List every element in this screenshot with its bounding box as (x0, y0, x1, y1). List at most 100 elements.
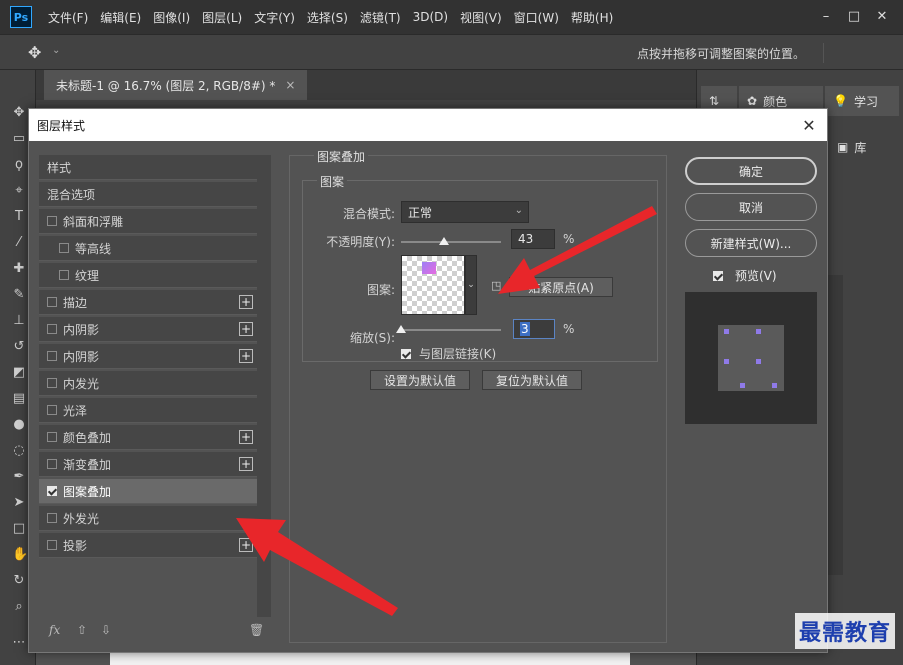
stamp-icon[interactable]: ⊥ (12, 314, 26, 328)
pen-icon[interactable]: ✒ (12, 470, 26, 484)
style-row-pattern-overlay[interactable]: 图案叠加 (39, 479, 257, 504)
pattern-swatch[interactable] (401, 255, 465, 315)
contour-checkbox[interactable] (59, 243, 69, 253)
zoom-icon[interactable]: ⌕ (12, 600, 26, 614)
eraser-icon[interactable]: ◩ (12, 366, 26, 380)
quick-select-icon[interactable]: ⌖ (12, 184, 26, 198)
style-row-inner-shadow-2[interactable]: 内阴影 + (39, 344, 257, 369)
style-row-blending-options[interactable]: 混合选项 (39, 182, 257, 207)
new-style-button[interactable]: 新建样式(W)... (685, 229, 817, 257)
marquee-icon[interactable]: ▭ (12, 132, 26, 146)
style-row-texture[interactable]: 纹理 (39, 263, 257, 288)
move-tool-icon[interactable]: ✥ (28, 43, 41, 62)
menu-select[interactable]: 选择(S) (307, 9, 348, 26)
menu-edit[interactable]: 编辑(E) (100, 9, 141, 26)
trash-icon[interactable]: 🗑 (249, 623, 264, 637)
add-drop-shadow-icon[interactable]: + (239, 538, 253, 552)
blur-icon[interactable]: ● (12, 418, 26, 432)
hand-icon[interactable]: ✋ (12, 548, 28, 562)
style-row-bevel-emboss[interactable]: 斜面和浮雕 (39, 209, 257, 234)
lasso-icon[interactable]: ϙ (12, 158, 26, 172)
inner-shadow-2-checkbox[interactable] (47, 351, 57, 361)
opacity-slider-thumb[interactable] (439, 237, 449, 245)
move-down-icon[interactable]: ⇩ (101, 623, 111, 637)
gradient-overlay-checkbox[interactable] (47, 459, 57, 469)
panel-scrollbar[interactable] (827, 275, 843, 575)
style-row-outer-glow[interactable]: 外发光 (39, 506, 257, 531)
menu-layer[interactable]: 图层(L) (202, 9, 242, 26)
chevron-down-icon[interactable]: ⌄ (52, 45, 60, 56)
pattern-picker-toggle[interactable]: ⌄ (465, 255, 477, 315)
scale-slider-track[interactable] (401, 329, 501, 331)
menu-type[interactable]: 文字(Y) (254, 9, 295, 26)
style-row-contour[interactable]: 等高线 (39, 236, 257, 261)
link-with-layer-checkbox[interactable] (401, 348, 411, 359)
cancel-button[interactable]: 取消 (685, 193, 817, 221)
inner-shadow-checkbox[interactable] (47, 324, 57, 334)
add-inner-shadow-2-icon[interactable]: + (239, 349, 253, 363)
healing-icon[interactable]: ✚ (12, 262, 26, 276)
snap-origin-button[interactable]: 贴紧原点(A) (509, 277, 613, 297)
satin-checkbox[interactable] (47, 405, 57, 415)
rotate-view-icon[interactable]: ↻ (12, 574, 26, 588)
brush-icon[interactable]: ✎ (12, 288, 26, 302)
new-preset-icon[interactable]: ◳ (491, 279, 501, 292)
opacity-slider-track[interactable] (401, 241, 501, 243)
add-inner-shadow-icon[interactable]: + (239, 322, 253, 336)
set-default-button[interactable]: 设置为默认值 (370, 370, 470, 390)
link-with-layer-option[interactable]: 与图层链接(K) (401, 345, 496, 362)
dodge-icon[interactable]: ◌ (12, 444, 26, 458)
style-list-scrollbar[interactable] (257, 155, 271, 617)
menu-view[interactable]: 视图(V) (460, 9, 502, 26)
style-row-inner-shadow[interactable]: 内阴影 + (39, 317, 257, 342)
style-row-color-overlay[interactable]: 颜色叠加 + (39, 425, 257, 450)
menu-window[interactable]: 窗口(W) (514, 9, 559, 26)
type-tool-icon[interactable]: T (12, 210, 26, 224)
menu-filter[interactable]: 滤镜(T) (360, 9, 401, 26)
workspace-dropdown[interactable] (823, 43, 893, 63)
opacity-input[interactable]: 43 (511, 229, 555, 249)
move-up-icon[interactable]: ⇧ (77, 623, 87, 637)
style-row-stroke[interactable]: 描边 + (39, 290, 257, 315)
style-row-inner-glow[interactable]: 内发光 (39, 371, 257, 396)
stroke-checkbox[interactable] (47, 297, 57, 307)
more-tools-icon[interactable]: ⋯ (12, 636, 26, 650)
texture-checkbox[interactable] (59, 270, 69, 280)
bevel-checkbox[interactable] (47, 216, 57, 226)
close-icon[interactable]: × (285, 78, 295, 92)
dialog-close-icon[interactable]: ✕ (799, 115, 819, 135)
menu-3d[interactable]: 3D(D) (413, 10, 448, 24)
style-row-satin[interactable]: 光泽 (39, 398, 257, 423)
menu-image[interactable]: 图像(I) (153, 9, 190, 26)
scale-input[interactable]: 3 (513, 319, 555, 339)
fx-icon[interactable]: fx (49, 623, 60, 637)
move-icon[interactable]: ✥ (12, 106, 26, 120)
menu-file[interactable]: 文件(F) (48, 9, 88, 26)
library-panel-tab[interactable]: ▣ 库 (829, 132, 899, 162)
reset-default-button[interactable]: 复位为默认值 (482, 370, 582, 390)
shape-icon[interactable]: □ (12, 522, 26, 536)
history-brush-icon[interactable]: ↺ (12, 340, 26, 354)
color-overlay-checkbox[interactable] (47, 432, 57, 442)
menu-help[interactable]: 帮助(H) (571, 9, 613, 26)
ok-button[interactable]: 确定 (685, 157, 817, 185)
drop-shadow-checkbox[interactable] (47, 540, 57, 550)
add-stroke-icon[interactable]: + (239, 295, 253, 309)
document-tab[interactable]: 未标题-1 @ 16.7% (图层 2, RGB/8#) * × (44, 70, 308, 100)
preview-option[interactable]: 预览(V) (713, 267, 777, 284)
style-row-gradient-overlay[interactable]: 渐变叠加 + (39, 452, 257, 477)
blend-mode-select[interactable]: 正常 ⌄ (401, 201, 529, 223)
maximize-button[interactable]: □ (843, 6, 865, 26)
gradient-icon[interactable]: ▤ (12, 392, 26, 406)
preview-checkbox[interactable] (713, 270, 723, 281)
path-select-icon[interactable]: ➤ (12, 496, 26, 510)
scale-slider-thumb[interactable] (396, 325, 406, 333)
add-color-overlay-icon[interactable]: + (239, 430, 253, 444)
outer-glow-checkbox[interactable] (47, 513, 57, 523)
style-row-styles[interactable]: 样式 (39, 155, 257, 180)
style-row-drop-shadow[interactable]: 投影 + (39, 533, 257, 558)
eyedropper-icon[interactable]: ⁄ (12, 236, 26, 250)
inner-glow-checkbox[interactable] (47, 378, 57, 388)
learn-panel-tab[interactable]: 💡 学习 (825, 86, 899, 116)
add-gradient-overlay-icon[interactable]: + (239, 457, 253, 471)
